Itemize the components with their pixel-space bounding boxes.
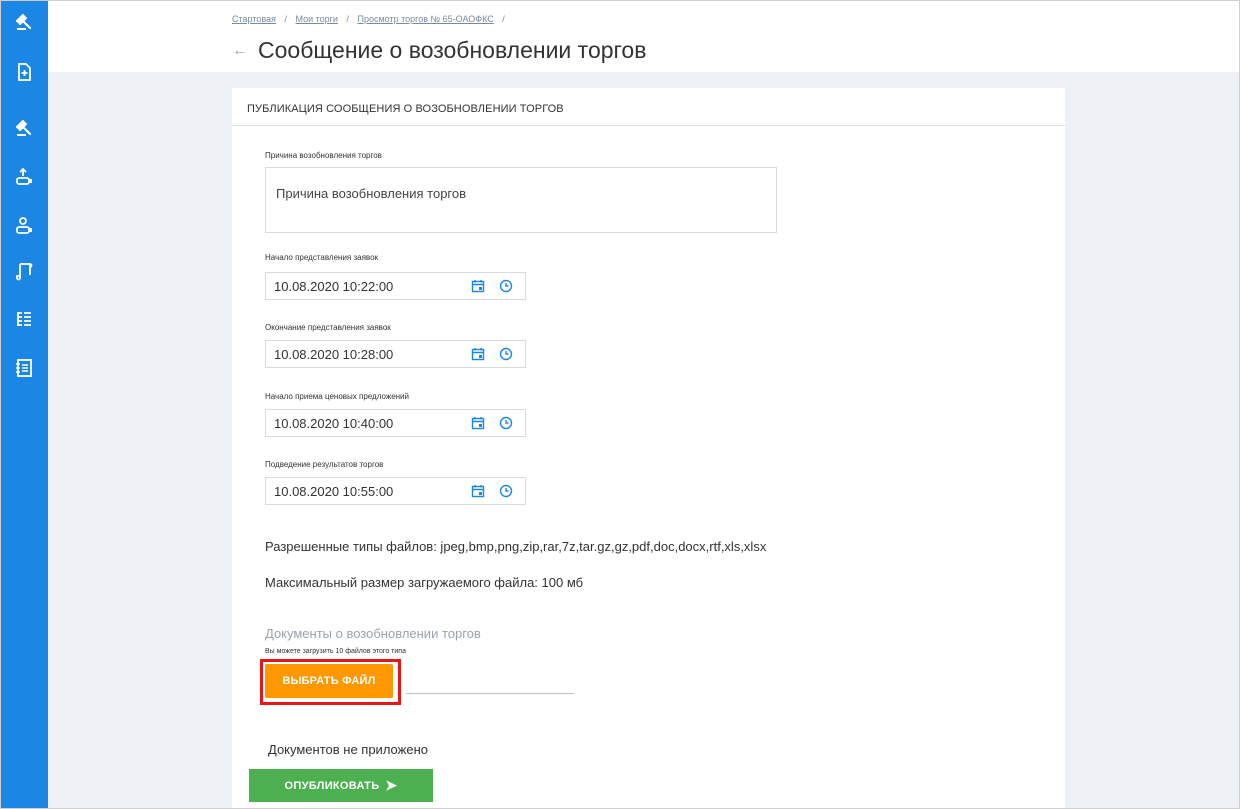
file-name-underline (406, 693, 574, 694)
field-label: Начало представления заявок (265, 253, 379, 262)
applications-end-input[interactable]: 10.08.2020 10:28:00 (265, 340, 526, 368)
allowed-file-types: Разрешенные типы файлов: jpeg,bmp,png,zi… (265, 539, 767, 554)
breadcrumb-separator: / (284, 14, 287, 24)
datetime-value: 10.08.2020 10:40:00 (274, 416, 394, 431)
reason-label: Причина возобновления торгов (265, 151, 382, 160)
breadcrumb-separator: / (346, 14, 349, 24)
calendar-icon[interactable] (471, 279, 485, 293)
clock-icon[interactable] (499, 416, 513, 430)
max-file-size: Максимальный размер загружаемого файла: … (265, 575, 584, 590)
calendar-icon[interactable] (471, 416, 485, 430)
breadcrumb-separator: / (502, 14, 505, 24)
documents-title: Документы о возобновлении торгов (265, 626, 481, 641)
user-upload-icon[interactable] (12, 165, 36, 189)
card-title: ПУБЛИКАЦИЯ СООБЩЕНИЯ О ВОЗОБНОВЛЕНИИ ТОР… (232, 88, 1065, 126)
calendar-icon[interactable] (471, 347, 485, 361)
clock-icon[interactable] (499, 279, 513, 293)
user-download-icon[interactable] (12, 214, 36, 238)
sidebar (0, 0, 48, 809)
documents-hint: Вы можете загрузить 10 файлов этого типа (265, 648, 406, 655)
clock-icon[interactable] (499, 484, 513, 498)
price-offers-start-input[interactable]: 10.08.2020 10:40:00 (265, 409, 526, 437)
breadcrumb-my-trades[interactable]: Мои торги (295, 14, 337, 24)
back-arrow-icon[interactable]: ← (232, 42, 248, 60)
contacts-icon[interactable] (12, 356, 36, 380)
clock-icon[interactable] (499, 347, 513, 361)
breadcrumb-home[interactable]: Стартовая (232, 14, 276, 24)
field-label: Подведение результатов торгов (265, 460, 384, 469)
gavel-icon[interactable] (12, 116, 36, 140)
send-arrow-icon: ➤ (385, 777, 398, 793)
document-plus-icon[interactable] (12, 60, 36, 84)
list-icon[interactable] (12, 307, 36, 331)
field-label: Начало приема ценовых предложений (265, 392, 409, 401)
reason-textarea[interactable]: Причина возобновления торгов (265, 167, 777, 233)
page-title: Сообщение о возобновлении торгов (258, 37, 647, 63)
calendar-icon[interactable] (471, 484, 485, 498)
scroll-icon[interactable] (12, 259, 36, 283)
publish-label: ОПУБЛИКОВАТЬ (284, 779, 380, 792)
no-documents-text: Документов не приложено (268, 742, 428, 757)
gavel-icon[interactable] (12, 10, 36, 34)
results-input[interactable]: 10.08.2020 10:55:00 (265, 477, 526, 505)
datetime-value: 10.08.2020 10:28:00 (274, 347, 394, 362)
publish-button[interactable]: ОПУБЛИКОВАТЬ ➤ (249, 769, 433, 802)
breadcrumb: Стартовая / Мои торги / Просмотр торгов … (232, 14, 511, 24)
applications-start-input[interactable]: 10.08.2020 10:22:00 (265, 272, 526, 300)
select-file-button[interactable]: ВЫБРАТЬ ФАЙЛ (265, 664, 393, 698)
field-label: Окончание представления заявок (265, 323, 391, 332)
datetime-value: 10.08.2020 10:55:00 (274, 484, 394, 499)
datetime-value: 10.08.2020 10:22:00 (274, 279, 394, 294)
breadcrumb-view-trade[interactable]: Просмотр торгов № 65-ОАОФКС (358, 14, 494, 24)
